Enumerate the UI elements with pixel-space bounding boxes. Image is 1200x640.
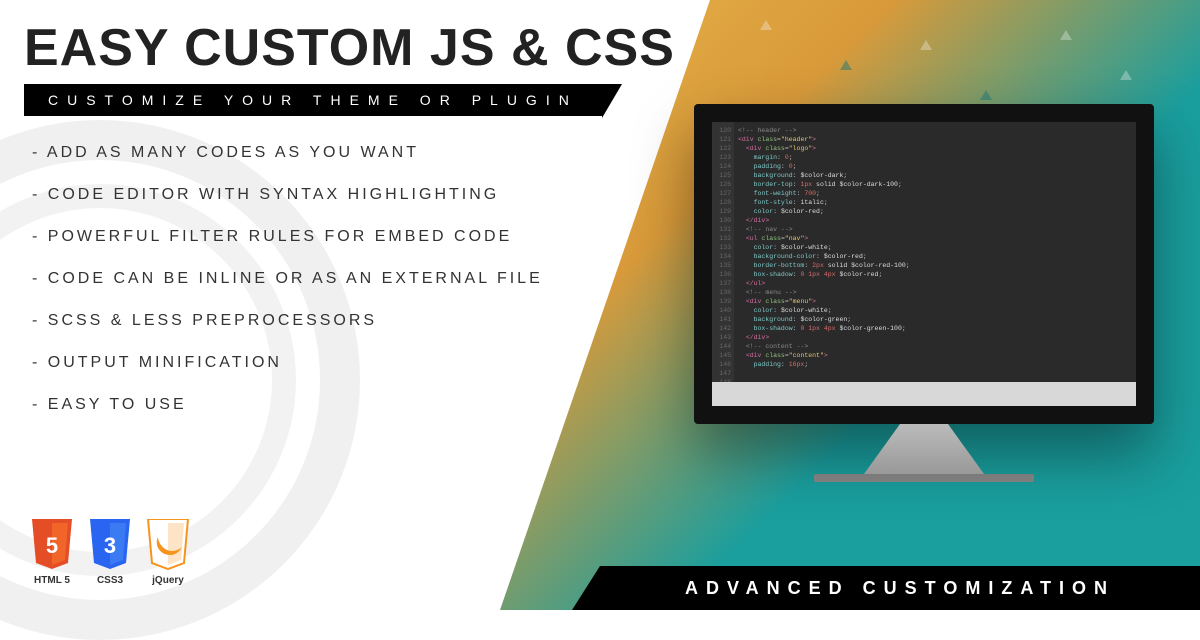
badge-label: jQuery [152,575,184,586]
css3-shield-icon: 3 [86,519,134,573]
monitor-base [814,474,1034,482]
code-editor: 1201211221231241251261271281291301311321… [712,122,1136,382]
monitor-mockup: 1201211221231241251261271281291301311321… [694,104,1154,482]
badge-label: HTML 5 [34,575,70,586]
tech-badges: 5 HTML 5 3 CSS3 jQuery [28,519,192,586]
badge-jquery: jQuery [144,519,192,586]
monitor-screen: 1201211221231241251261271281291301311321… [694,104,1154,424]
svg-text:3: 3 [104,533,116,558]
html5-shield-icon: 5 [28,519,76,573]
jquery-shield-icon [144,519,192,573]
line-numbers: 1201211221231241251261271281291301311321… [712,122,734,382]
monitor-chin [712,382,1136,406]
svg-text:5: 5 [46,533,58,558]
footer-text: ADVANCED CUSTOMIZATION [685,578,1115,599]
badge-css3: 3 CSS3 [86,519,134,586]
badge-html5: 5 HTML 5 [28,519,76,586]
footer-banner: ADVANCED CUSTOMIZATION [600,566,1200,610]
code-content: <!-- header --> <div class="header"> <di… [734,122,916,382]
badge-label: CSS3 [97,575,123,586]
subtitle: CUSTOMIZE YOUR THEME OR PLUGIN [24,84,602,116]
page-title: EASY CUSTOM JS & CSS [24,18,1200,78]
header: EASY CUSTOM JS & CSS CUSTOMIZE YOUR THEM… [0,0,1200,116]
monitor-stand [864,424,984,474]
